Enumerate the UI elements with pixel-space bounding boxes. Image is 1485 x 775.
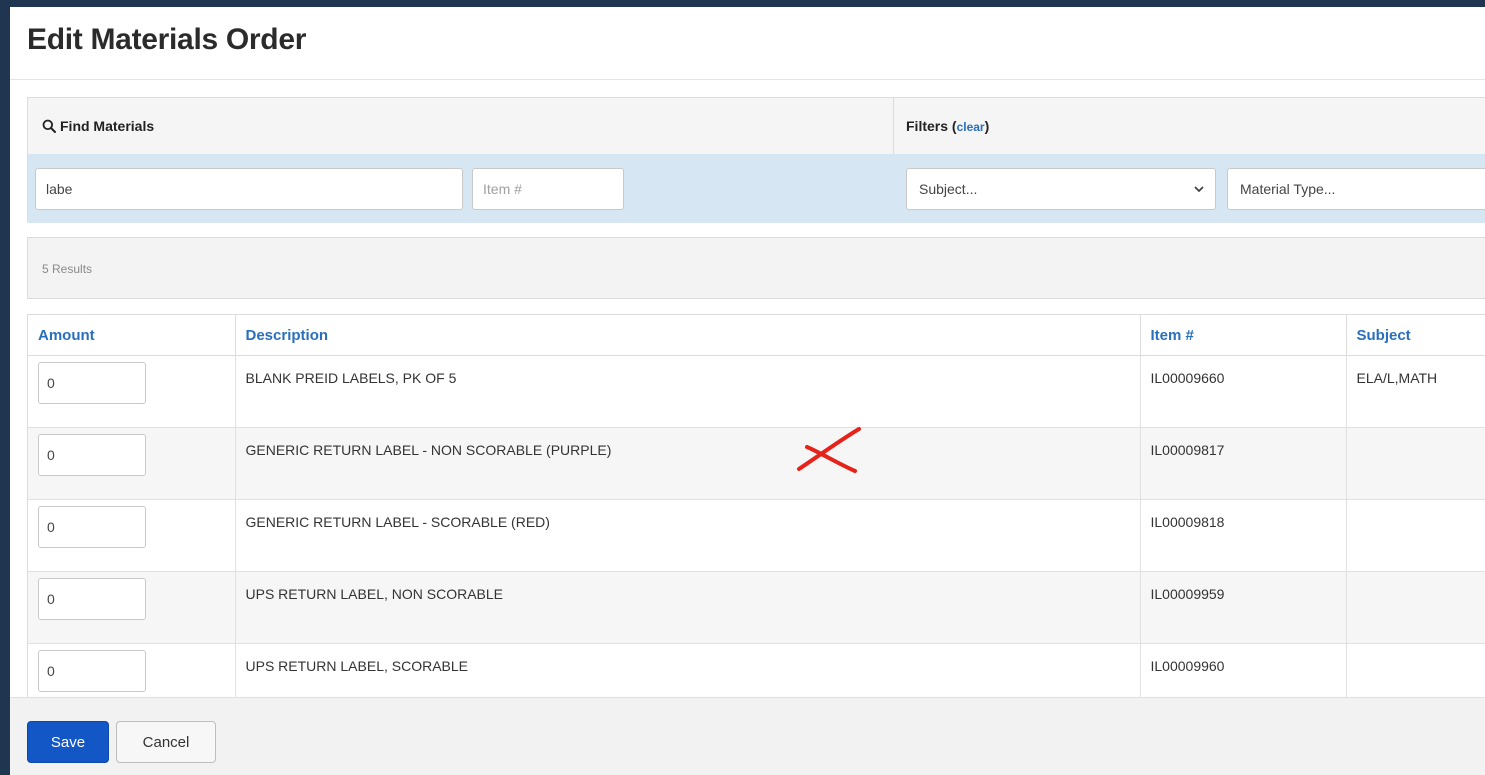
column-header-item[interactable]: Item # bbox=[1140, 315, 1347, 356]
title-divider bbox=[10, 79, 1485, 80]
results-count: 5 Results bbox=[42, 262, 93, 276]
find-materials-label: Find Materials bbox=[60, 118, 155, 134]
description-cell: GENERIC RETURN LABEL - SCORABLE (RED) bbox=[235, 499, 1141, 572]
page-title: Edit Materials Order bbox=[27, 23, 307, 56]
amount-input[interactable] bbox=[38, 650, 146, 692]
amount-input[interactable] bbox=[38, 434, 146, 476]
filters-heading: Filters (clear) bbox=[906, 118, 989, 134]
table-row: UPS RETURN LABEL, NON SCORABLE IL0000995… bbox=[28, 571, 1485, 644]
subject-cell bbox=[1346, 427, 1485, 500]
amount-cell bbox=[28, 571, 236, 644]
amount-cell bbox=[28, 427, 236, 500]
app-window: Edit Materials Order Find Materials Filt… bbox=[10, 7, 1485, 775]
material-type-select-value: Material Type... bbox=[1240, 181, 1336, 197]
search-input[interactable] bbox=[35, 168, 463, 210]
amount-cell bbox=[28, 355, 236, 428]
item-number-cell: IL00009817 bbox=[1140, 427, 1347, 500]
description-cell: BLANK PREID LABELS, PK OF 5 bbox=[235, 355, 1141, 428]
table-row: GENERIC RETURN LABEL - NON SCORABLE (PUR… bbox=[28, 427, 1485, 500]
materials-table: Amount Description Item # Subject BLANK … bbox=[27, 314, 1485, 717]
item-number-cell: IL00009818 bbox=[1140, 499, 1347, 572]
clear-filters-link[interactable]: clear bbox=[957, 120, 985, 134]
table-row: GENERIC RETURN LABEL - SCORABLE (RED) IL… bbox=[28, 499, 1485, 572]
subject-cell bbox=[1346, 571, 1485, 644]
find-panel-header: Find Materials Filters (clear) bbox=[28, 98, 1485, 154]
amount-input[interactable] bbox=[38, 362, 146, 404]
item-number-cell: IL00009959 bbox=[1140, 571, 1347, 644]
subject-cell bbox=[1346, 499, 1485, 572]
description-cell: GENERIC RETURN LABEL - NON SCORABLE (PUR… bbox=[235, 427, 1141, 500]
item-number-input[interactable] bbox=[472, 168, 624, 210]
column-header-subject[interactable]: Subject bbox=[1346, 315, 1485, 356]
subject-cell: ELA/L,MATH bbox=[1346, 355, 1485, 428]
column-header-amount[interactable]: Amount bbox=[28, 315, 236, 356]
filters-label-close: ) bbox=[984, 118, 990, 134]
find-materials-heading: Find Materials bbox=[42, 118, 154, 134]
subject-select-value: Subject... bbox=[919, 181, 978, 197]
search-icon bbox=[42, 119, 56, 133]
form-footer: Save Cancel bbox=[10, 697, 1485, 775]
cancel-button[interactable]: Cancel bbox=[116, 721, 216, 763]
amount-input[interactable] bbox=[38, 578, 146, 620]
find-input-row: Subject... Material Type... bbox=[28, 154, 1485, 223]
filters-label: Filters ( bbox=[906, 118, 957, 134]
amount-input[interactable] bbox=[38, 506, 146, 548]
save-button[interactable]: Save bbox=[27, 721, 109, 763]
results-bar: 5 Results bbox=[27, 237, 1485, 299]
amount-cell bbox=[28, 499, 236, 572]
chevron-down-icon bbox=[1194, 186, 1204, 193]
find-materials-panel: Find Materials Filters (clear) Subject..… bbox=[27, 97, 1485, 223]
description-cell: UPS RETURN LABEL, NON SCORABLE bbox=[235, 571, 1141, 644]
column-header-description[interactable]: Description bbox=[235, 315, 1141, 356]
item-number-cell: IL00009660 bbox=[1140, 355, 1347, 428]
material-type-select[interactable]: Material Type... bbox=[1227, 168, 1485, 210]
subject-select[interactable]: Subject... bbox=[906, 168, 1216, 210]
panel-column-divider bbox=[893, 98, 894, 154]
table-row: BLANK PREID LABELS, PK OF 5 IL00009660 E… bbox=[28, 355, 1485, 428]
